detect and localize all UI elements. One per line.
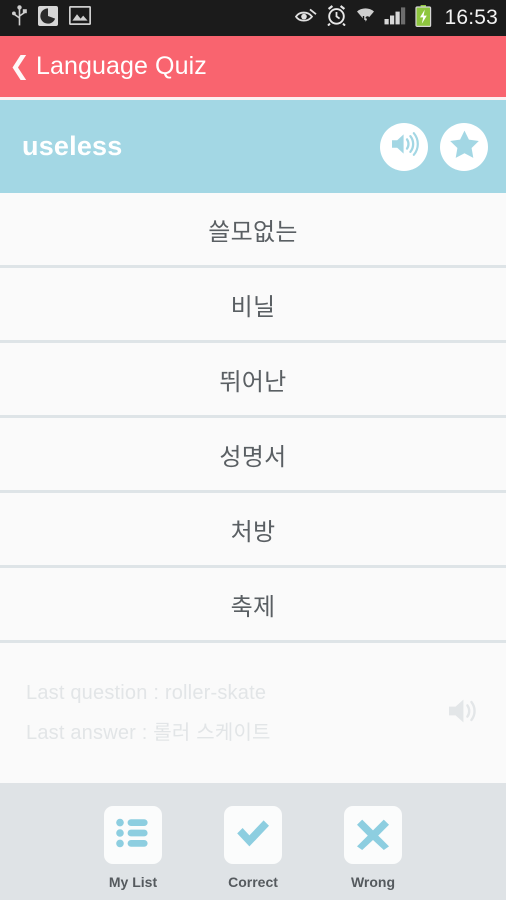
correct-tile[interactable]: [224, 806, 282, 864]
status-bar-right-icons: 16:53: [294, 4, 498, 32]
answer-options-list: 쓸모없는 비닐 뛰어난 성명서 처방 축제: [0, 193, 506, 643]
answer-option-label: 비닐: [230, 293, 276, 321]
question-actions: [380, 122, 488, 171]
list-icon: [114, 816, 152, 855]
speaker-icon: [446, 699, 482, 731]
answer-option-row[interactable]: 쓸모없는: [0, 193, 506, 268]
favorite-button[interactable]: [440, 122, 488, 171]
speak-question-button[interactable]: [380, 122, 428, 171]
answer-option-row[interactable]: 처방: [0, 493, 506, 568]
page-title: Language Quiz: [35, 52, 207, 80]
toolbar-item-wrong[interactable]: Wrong: [333, 806, 413, 890]
bottom-toolbar: My List Correct Wrong: [0, 783, 506, 900]
answer-option-label: 처방: [230, 518, 276, 546]
back-chevron-icon[interactable]: ❮: [9, 54, 30, 79]
last-question-answer-text: Last question : roller-skate Last answer…: [26, 682, 271, 745]
app-root: 16:53 ❮ Language Quiz useless 쓸모없는 비닐 뛰어…: [0, 0, 506, 900]
status-bar-clock: 16:53: [444, 6, 498, 29]
question-panel: useless: [0, 100, 506, 193]
signal-bars-icon: [384, 6, 407, 30]
gallery-image-icon: [68, 5, 92, 30]
last-question-answer-panel: Last question : roller-skate Last answer…: [0, 643, 506, 783]
toolbar-label-my-list: My List: [108, 874, 158, 890]
eye-smart-stay-icon: [294, 7, 318, 30]
answer-option-row[interactable]: 성명서: [0, 418, 506, 493]
toolbar-label-wrong: Wrong: [350, 874, 396, 890]
my-list-tile[interactable]: [104, 806, 162, 864]
wrong-tile[interactable]: [344, 806, 402, 864]
toolbar-label-correct: Correct: [228, 874, 278, 890]
answer-option-label: 뛰어난: [219, 368, 287, 396]
usb-icon: [12, 4, 27, 32]
answer-option-row[interactable]: 뛰어난: [0, 343, 506, 418]
alarm-clock-icon: [326, 5, 347, 31]
speaker-icon: [389, 130, 419, 163]
cross-icon: [355, 816, 391, 855]
answer-option-row[interactable]: 축제: [0, 568, 506, 643]
question-word: useless: [22, 131, 123, 161]
app-bar: ❮ Language Quiz: [0, 36, 506, 100]
toolbar-item-my-list[interactable]: My List: [93, 806, 173, 890]
check-icon: [234, 816, 272, 855]
app-circle-icon: [38, 5, 58, 31]
status-bar: 16:53: [0, 0, 506, 36]
answer-option-label: 성명서: [219, 443, 287, 471]
wifi-icon: [355, 5, 376, 31]
last-answer-line: Last answer : 롤러 스케이트: [26, 721, 271, 744]
speak-last-answer-button[interactable]: [446, 695, 482, 732]
answer-option-label: 축제: [230, 593, 276, 621]
star-icon: [449, 129, 480, 164]
answer-option-row[interactable]: 비닐: [0, 268, 506, 343]
battery-charging-icon: [415, 4, 432, 32]
status-bar-left-icons: [12, 4, 92, 32]
answer-option-label: 쓸모없는: [208, 218, 298, 246]
last-question-line: Last question : roller-skate: [26, 681, 267, 704]
toolbar-item-correct[interactable]: Correct: [213, 806, 293, 890]
